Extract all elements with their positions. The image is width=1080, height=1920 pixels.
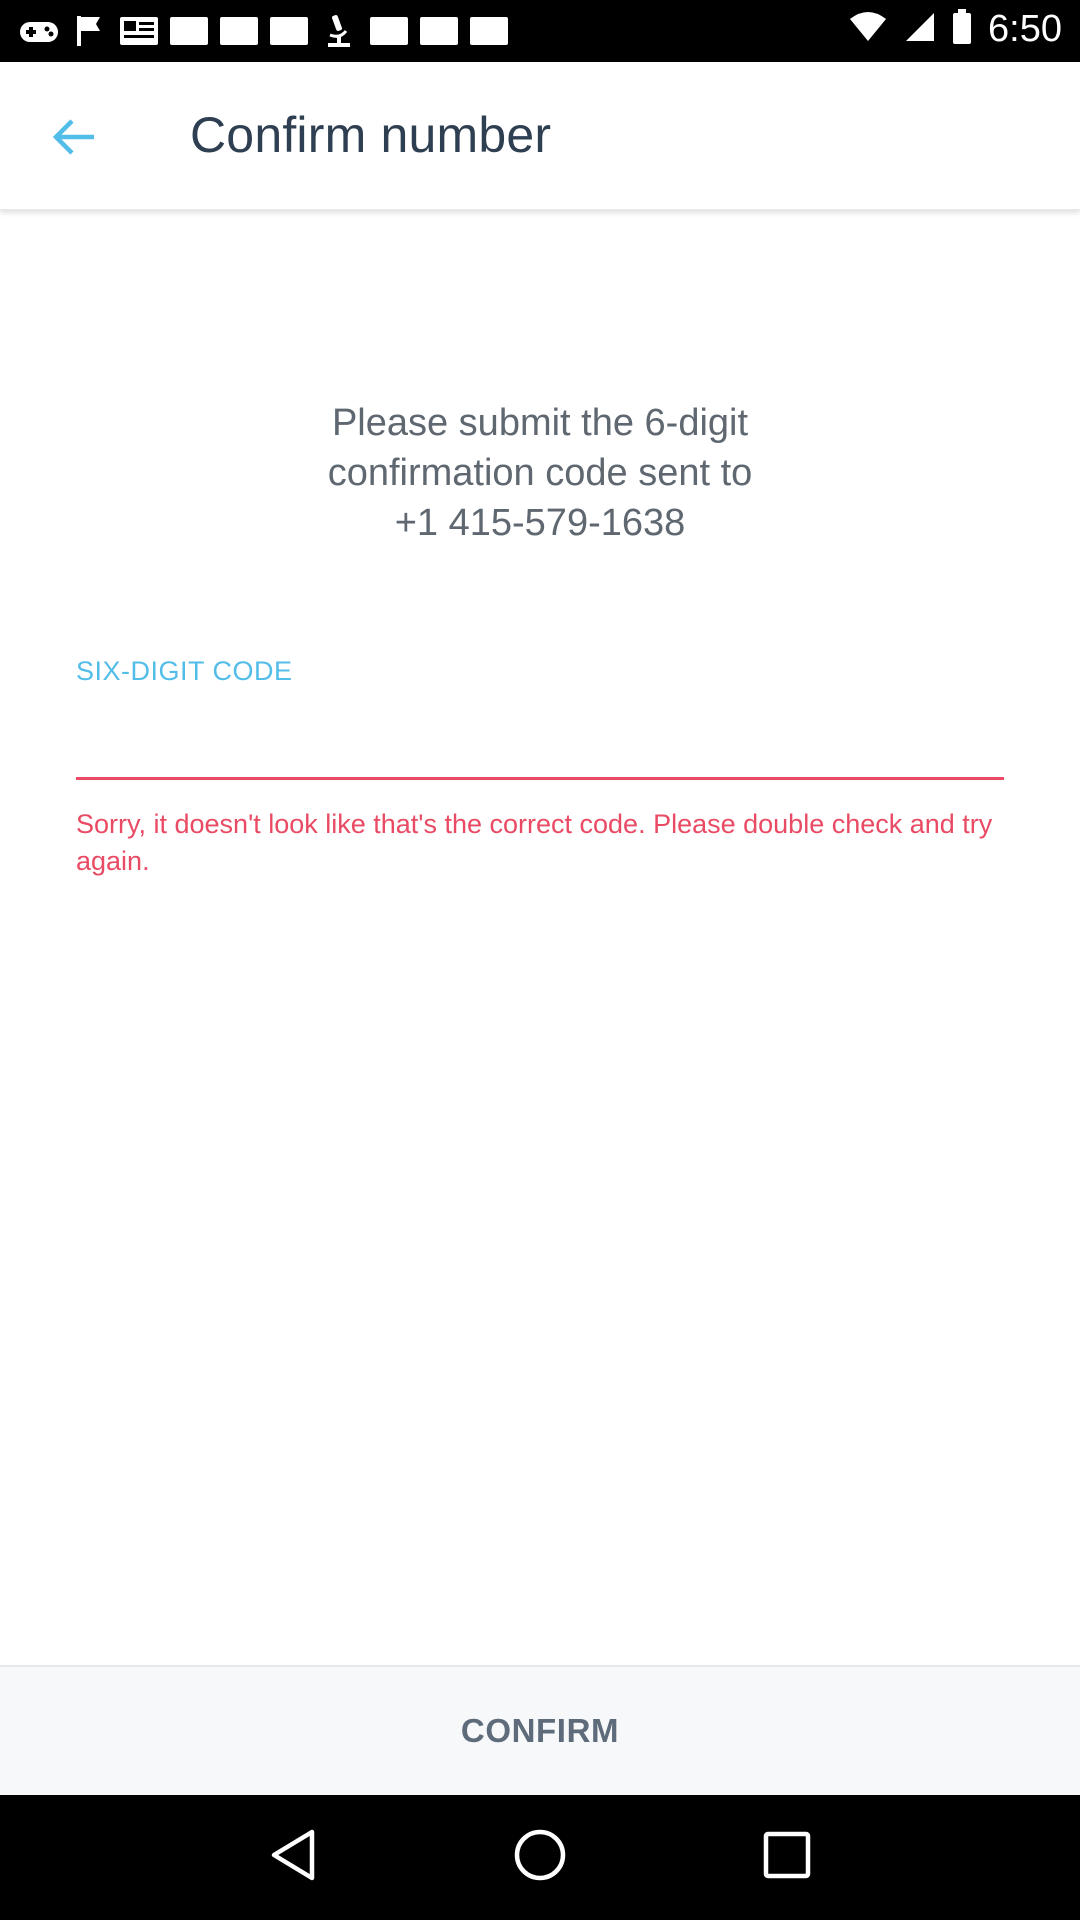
nav-home-button[interactable] (500, 1818, 580, 1898)
app-bar: Confirm number (0, 62, 1080, 210)
square-icon (214, 12, 264, 50)
newspaper-icon (114, 12, 164, 50)
back-button[interactable] (38, 104, 108, 174)
square-icon (414, 12, 464, 50)
code-field-label: SIX-DIGIT CODE (76, 656, 293, 686)
instructions-line: Please submit the 6-digit (331, 402, 749, 444)
square-icon (264, 12, 314, 50)
instructions-line: confirmation code sent to (327, 452, 753, 494)
page-title: Confirm number (190, 107, 552, 163)
confirm-label: CONFIRM (460, 1712, 620, 1749)
nav-back-button[interactable] (253, 1818, 333, 1898)
battery-icon (952, 9, 972, 50)
microscope-icon (314, 12, 364, 50)
wifi-icon (848, 11, 888, 48)
phone-number: +1 415-579-1638 (394, 502, 686, 544)
instructions-text: Please submit the 6-digit confirmation c… (140, 398, 940, 548)
system-nav-bar (0, 1795, 1080, 1920)
gamepad-icon (14, 12, 64, 50)
square-icon (364, 12, 414, 50)
status-bar: 6:50 (0, 0, 1080, 62)
error-message: Sorry, it doesn't look like that's the c… (76, 809, 993, 876)
home-circle-icon (513, 1828, 567, 1887)
recents-square-icon (762, 1830, 812, 1885)
nav-recents-button[interactable] (747, 1818, 827, 1898)
back-triangle-icon (268, 1828, 318, 1887)
status-time: 6:50 (988, 8, 1062, 50)
arrow-left-icon (50, 117, 96, 162)
system-indicators: 6:50 (848, 8, 1062, 51)
code-input[interactable] (76, 700, 1004, 780)
flag-icon (64, 12, 114, 50)
notification-icons (14, 12, 514, 50)
square-icon (164, 12, 214, 50)
signal-icon (904, 11, 936, 48)
square-icon (464, 12, 514, 50)
confirm-button[interactable]: CONFIRM (0, 1665, 1080, 1795)
